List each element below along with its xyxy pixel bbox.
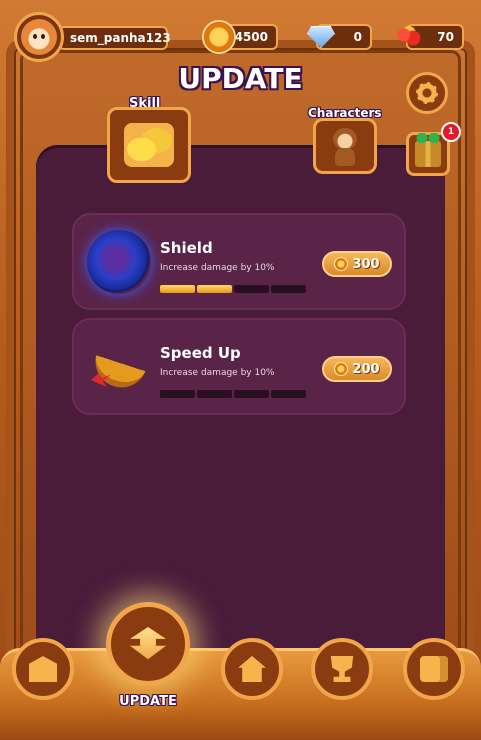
- coins-value: 4500: [234, 30, 268, 44]
- level-segment: [160, 285, 195, 293]
- upgrade-cost: 200: [352, 361, 380, 377]
- upgrade-speed-up-button[interactable]: 200: [322, 356, 392, 382]
- gear-icon: [416, 82, 438, 104]
- level-segment: [234, 390, 269, 398]
- tab-skill[interactable]: [107, 107, 191, 183]
- gem-icon: [304, 20, 338, 54]
- nav-update-button[interactable]: [106, 602, 190, 686]
- level-segment: [271, 390, 306, 398]
- upgrade-cost: 300: [352, 256, 380, 272]
- trophy-icon: [330, 656, 354, 682]
- top-bar: sem_panha123 4500 0 70: [0, 0, 481, 62]
- skill-card-shield: Shield Increase damage by 10% 300: [72, 213, 406, 310]
- level-segment: [197, 390, 232, 398]
- username-label: sem_panha123: [58, 26, 171, 50]
- level-segment: [160, 390, 195, 398]
- avatar[interactable]: [14, 12, 64, 62]
- coin-icon: [334, 362, 349, 376]
- nav-shop-button[interactable]: [12, 638, 74, 700]
- coin-icon: [334, 257, 349, 271]
- fruit-icon: [392, 20, 426, 54]
- banana-bunch-icon: [124, 123, 174, 167]
- gems-value: 0: [353, 30, 362, 44]
- upgrade-arrows-icon: [130, 627, 166, 660]
- coin-icon: [202, 20, 236, 54]
- fruits-value: 70: [437, 30, 454, 44]
- shield-icon: [86, 229, 152, 295]
- nav-update-label: UPDATE: [119, 694, 177, 709]
- skill-name: Shield: [160, 239, 213, 257]
- shop-icon: [29, 656, 57, 682]
- settings-button[interactable]: [406, 72, 448, 114]
- home-icon: [238, 656, 266, 682]
- level-segment: [271, 285, 306, 293]
- upgrade-shield-button[interactable]: 300: [322, 251, 392, 277]
- gift-box-icon: [413, 133, 443, 167]
- skill-description: Increase damage by 10%: [160, 368, 275, 378]
- skill-name: Speed Up: [160, 344, 241, 362]
- nav-wallet-button[interactable]: [403, 638, 465, 700]
- monkey-character-icon: [327, 126, 363, 166]
- notification-badge: 1: [441, 122, 461, 142]
- skill-level-bar: [160, 285, 306, 293]
- level-segment: [234, 285, 269, 293]
- speed-banana-icon: [86, 334, 152, 400]
- tab-characters[interactable]: [313, 118, 377, 174]
- monkey-avatar-icon: [21, 19, 57, 55]
- skill-level-bar: [160, 390, 306, 398]
- nav-home-button[interactable]: [221, 638, 283, 700]
- skill-description: Increase damage by 10%: [160, 263, 275, 273]
- wallet-icon: [420, 656, 448, 682]
- skill-card-speed-up: Speed Up Increase damage by 10% 200: [72, 318, 406, 415]
- nav-trophy-button[interactable]: [311, 638, 373, 700]
- level-segment: [197, 285, 232, 293]
